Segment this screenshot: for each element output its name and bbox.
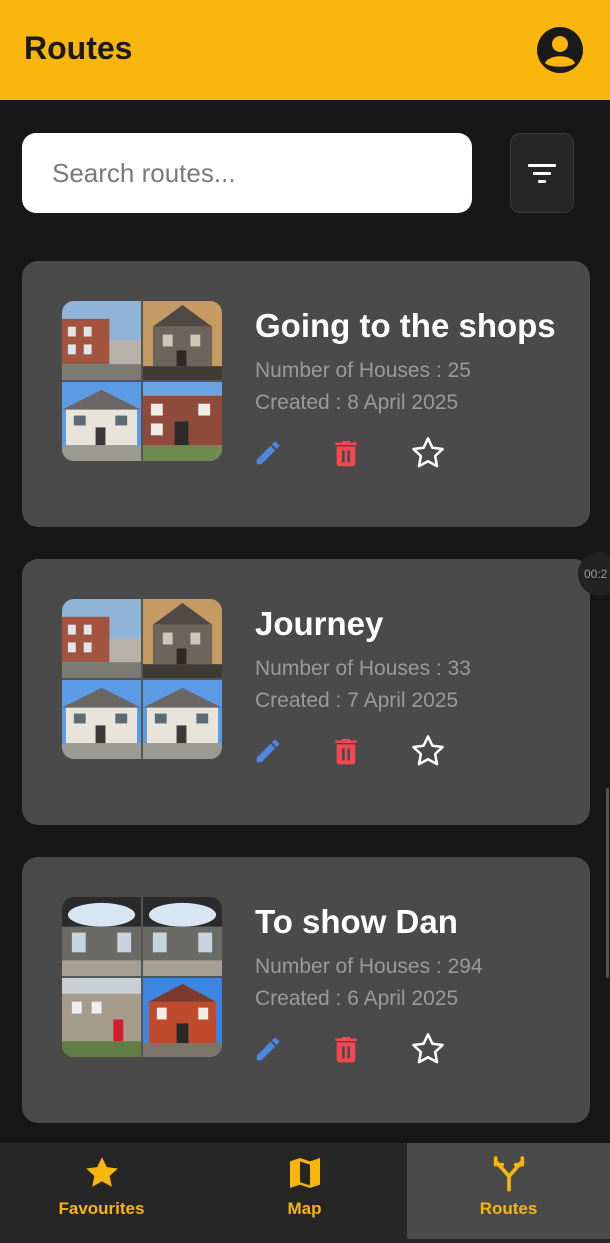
route-card[interactable]: Journey Number of Houses : 33 Created : … (22, 559, 590, 825)
trash-icon (335, 1037, 357, 1063)
star-outline-icon (412, 1033, 444, 1064)
route-name: Journey (255, 605, 384, 642)
house-photo (143, 680, 222, 759)
pencil-icon (256, 1037, 280, 1061)
route-thumbnail (62, 599, 222, 759)
route-card[interactable]: To show Dan Number of Houses : 294 Creat… (22, 857, 590, 1123)
house-photo (62, 978, 141, 1057)
star-outline-icon (412, 437, 444, 468)
house-photo (62, 599, 141, 678)
edit-button[interactable] (248, 1029, 288, 1069)
search-input[interactable] (22, 133, 472, 213)
filter-icon (528, 164, 556, 183)
favourite-button[interactable] (408, 1029, 448, 1069)
nav-label: Map (287, 1199, 322, 1218)
favourite-button[interactable] (408, 731, 448, 771)
route-house-count: Number of Houses : 33 (255, 657, 471, 680)
trash-icon (335, 441, 357, 467)
house-photo (143, 897, 222, 976)
delete-button[interactable] (326, 731, 366, 771)
favourite-button[interactable] (408, 433, 448, 473)
scrollbar[interactable] (606, 788, 609, 978)
page-title: Routes (24, 30, 133, 66)
route-name: To show Dan (255, 903, 458, 940)
filter-button[interactable] (510, 133, 574, 213)
route-thumbnail (62, 301, 222, 461)
star-outline-icon (412, 735, 444, 766)
bottom-nav: Favourites Map Routes (0, 1143, 610, 1243)
delete-button[interactable] (326, 433, 366, 473)
route-created-date: Created : 8 April 2025 (255, 391, 459, 414)
nav-label: Favourites (58, 1199, 145, 1218)
nav-item-map[interactable]: Map (203, 1143, 406, 1239)
nav-label: Routes (479, 1199, 538, 1218)
account-icon[interactable] (536, 26, 584, 74)
delete-button[interactable] (326, 1029, 366, 1069)
route-house-count: Number of Houses : 294 (255, 955, 483, 978)
route-created-date: Created : 6 April 2025 (255, 987, 459, 1010)
route-card[interactable]: Going to the shops Number of Houses : 25… (22, 261, 590, 527)
star-icon (85, 1157, 118, 1187)
route-fork-icon (493, 1156, 524, 1192)
pencil-icon (256, 739, 280, 763)
route-house-count: Number of Houses : 25 (255, 359, 471, 382)
route-name: Going to the shops (255, 307, 556, 344)
house-photo (143, 599, 222, 678)
edit-button[interactable] (248, 731, 288, 771)
nav-item-favourites[interactable]: Favourites (0, 1143, 203, 1239)
app-bar: Routes (0, 0, 610, 100)
house-photo (143, 382, 222, 461)
nav-item-routes[interactable]: Routes (407, 1143, 610, 1239)
map-icon (289, 1158, 320, 1188)
pencil-icon (256, 441, 280, 465)
house-photo (62, 680, 141, 759)
house-photo (143, 978, 222, 1057)
house-photo (62, 301, 141, 380)
route-created-date: Created : 7 April 2025 (255, 689, 459, 712)
house-photo (143, 301, 222, 380)
route-thumbnail (62, 897, 222, 1057)
trash-icon (335, 739, 357, 765)
house-photo (62, 382, 141, 461)
edit-button[interactable] (248, 433, 288, 473)
house-photo (62, 897, 141, 976)
